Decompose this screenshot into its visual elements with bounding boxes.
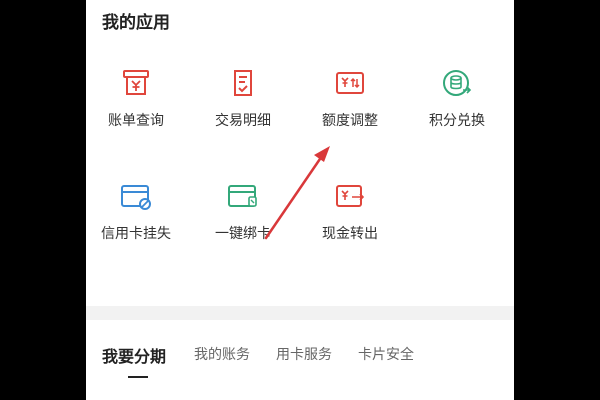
tab-my-account[interactable]: 我的账务: [194, 344, 250, 364]
app-card-report-loss[interactable]: 信用卡挂失: [86, 183, 186, 263]
app-bind-card[interactable]: 一键绑卡: [193, 183, 293, 263]
app-label: 信用卡挂失: [101, 226, 171, 242]
cash-transfer-icon: [336, 185, 365, 207]
service-tabs: 我要分期 我的账务 用卡服务 卡片安全: [86, 320, 514, 400]
app-bill-query[interactable]: 账单查询: [86, 68, 186, 148]
app-label: 额度调整: [322, 113, 378, 129]
card-report-loss-icon: [121, 185, 151, 210]
credit-limit-adjust-icon: [336, 72, 364, 94]
tab-installment[interactable]: 我要分期: [102, 343, 166, 367]
active-tab-indicator: [128, 376, 148, 378]
app-cash-transfer[interactable]: 现金转出: [300, 183, 400, 263]
app-label: 一键绑卡: [215, 226, 271, 242]
tab-card-service[interactable]: 用卡服务: [276, 344, 332, 364]
bill-query-icon: [123, 70, 149, 95]
points-exchange-icon: [443, 70, 472, 96]
app-label: 交易明细: [215, 113, 271, 129]
section-title: 我的应用: [102, 13, 170, 33]
tab-card-security[interactable]: 卡片安全: [358, 344, 414, 364]
app-points-exchange[interactable]: 积分兑换: [407, 68, 507, 148]
bind-card-icon: [228, 185, 257, 207]
transaction-detail-icon: [234, 70, 252, 96]
app-label: 积分兑换: [429, 113, 485, 129]
phone-screen: 我的应用 账单查询 交易明细 额度调整 积分兑换 信用卡挂失 一键绑卡 现金转出…: [86, 0, 514, 400]
app-transaction-detail[interactable]: 交易明细: [193, 68, 293, 148]
app-label: 现金转出: [322, 226, 378, 242]
app-credit-limit-adjust[interactable]: 额度调整: [300, 68, 400, 148]
app-label: 账单查询: [108, 113, 164, 129]
my-apps-card: 我的应用 账单查询 交易明细 额度调整 积分兑换 信用卡挂失 一键绑卡 现金转出: [86, 0, 514, 306]
